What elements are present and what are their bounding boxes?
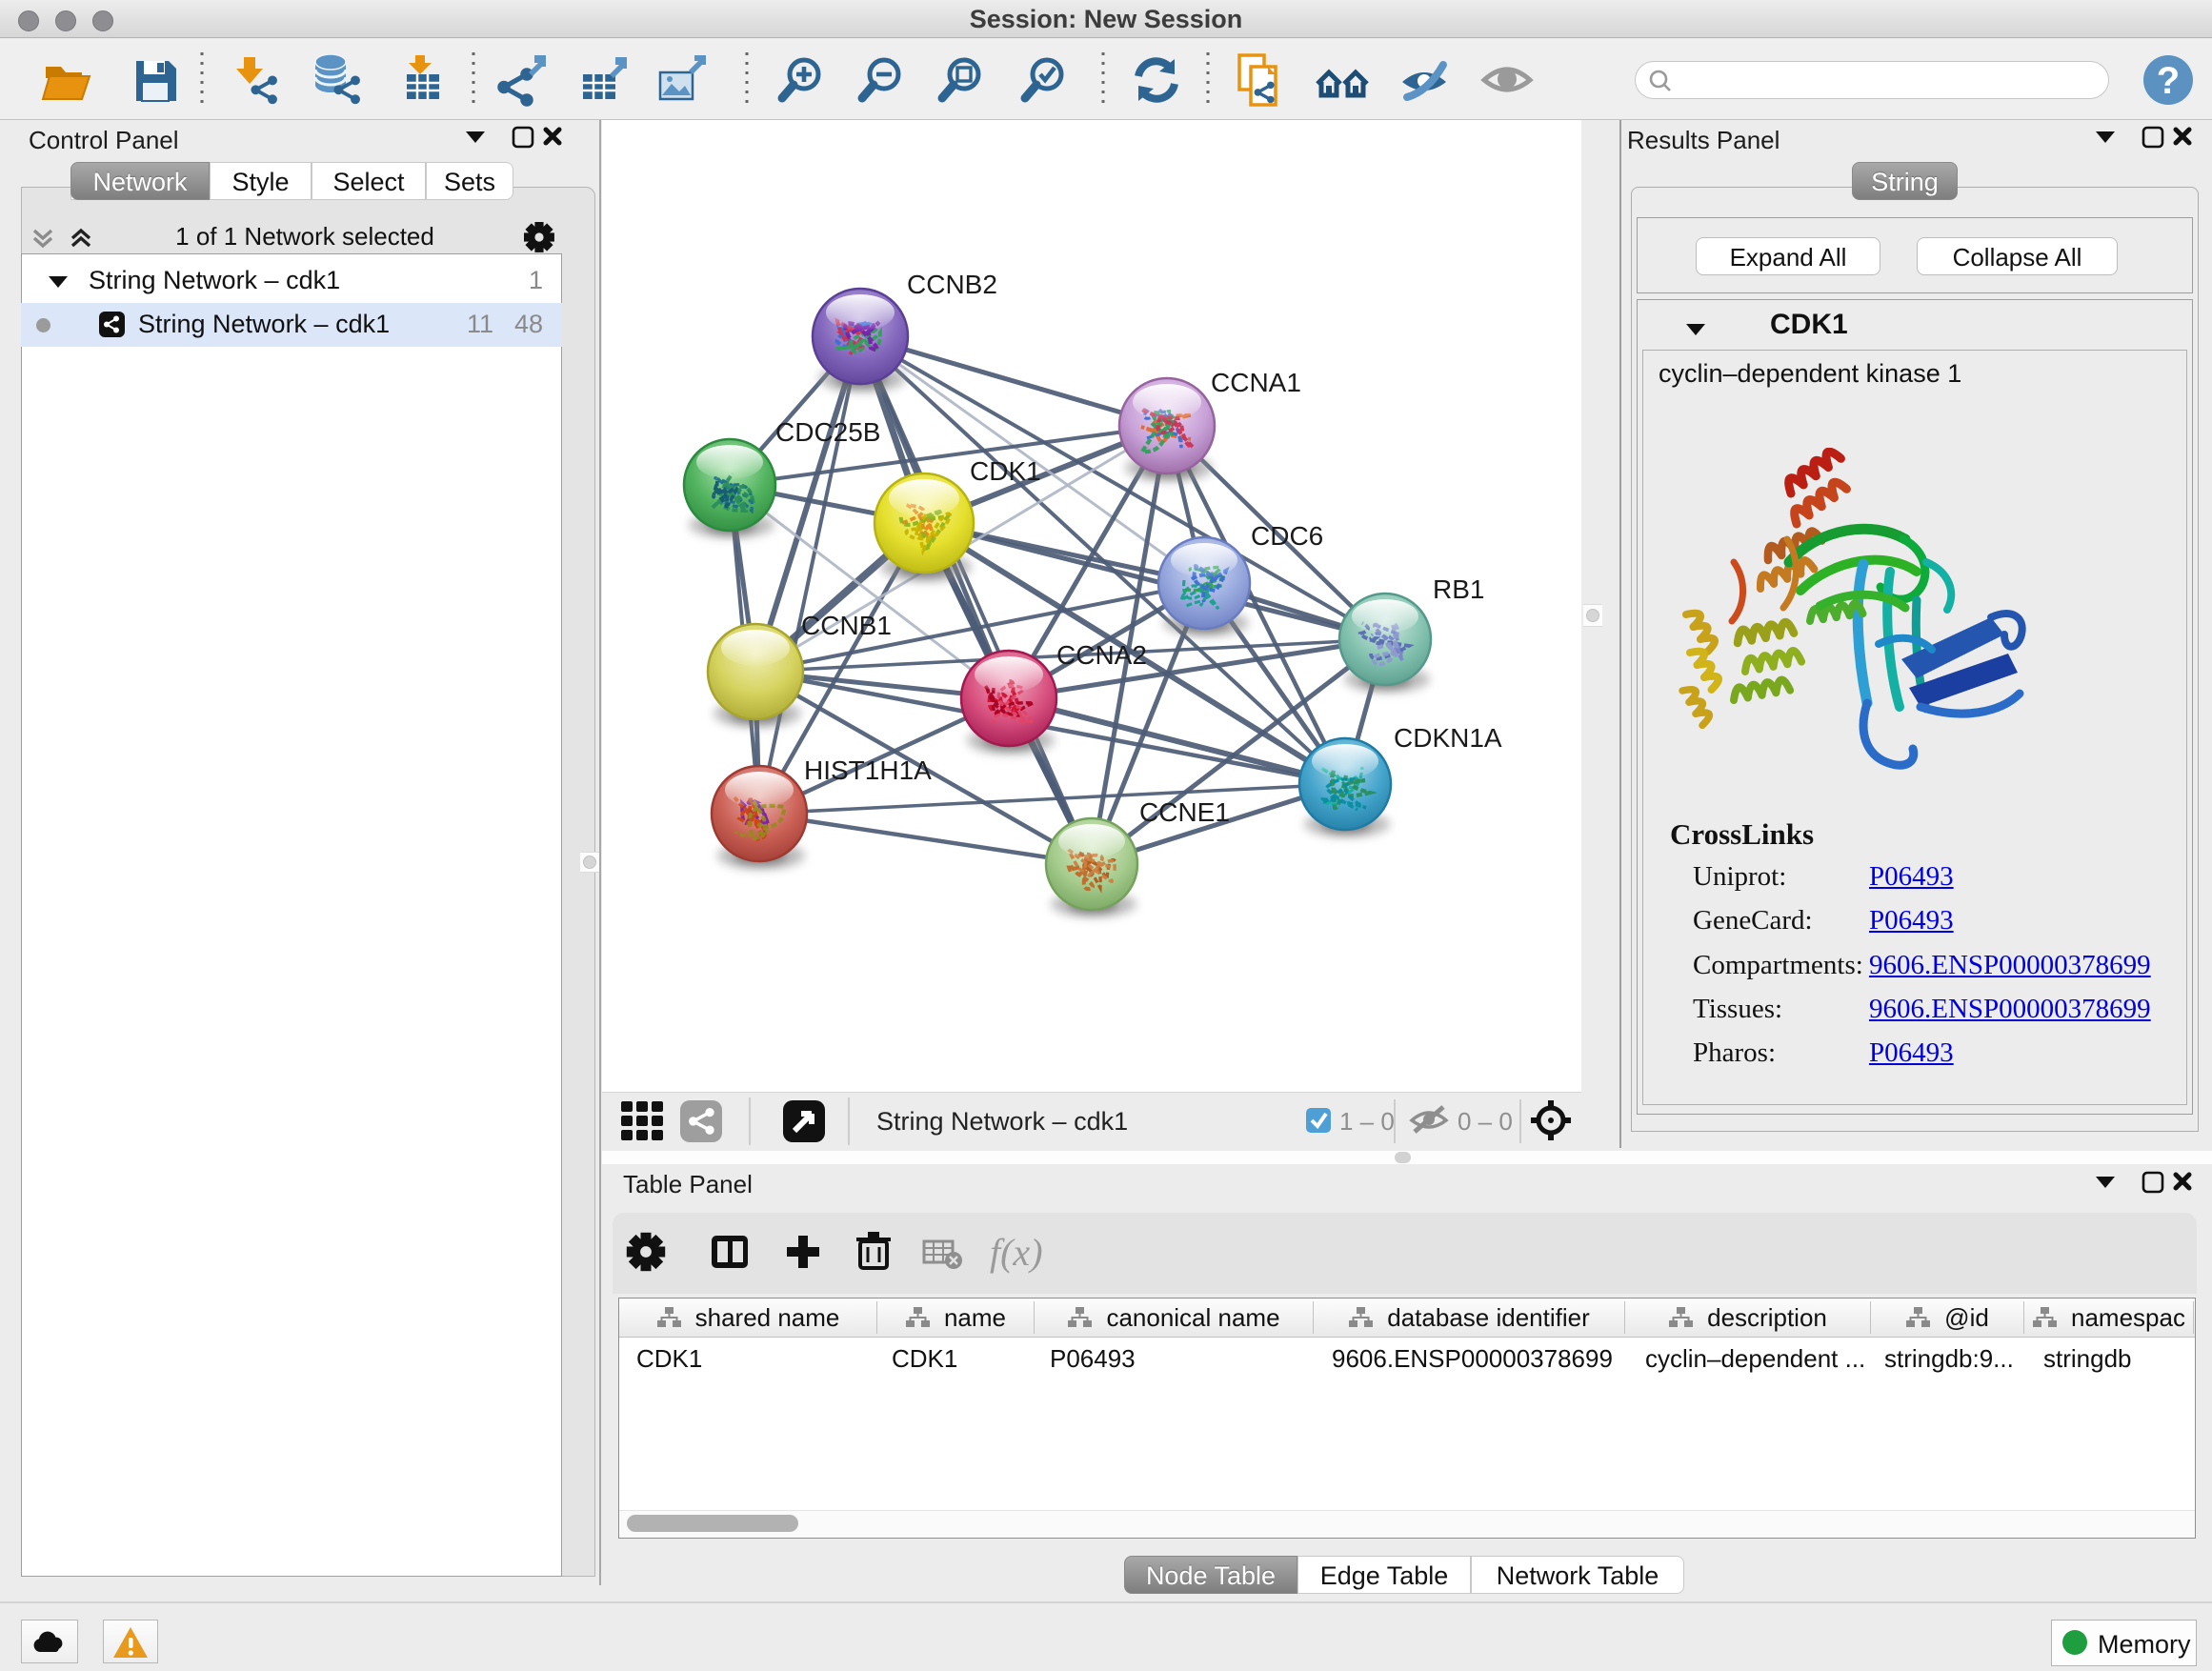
svg-text:CDK1: CDK1 bbox=[970, 456, 1041, 486]
svg-text:HIST1H1A: HIST1H1A bbox=[804, 755, 932, 785]
svg-text:CDC25B: CDC25B bbox=[775, 417, 880, 447]
svg-text:0 – 0: 0 – 0 bbox=[1458, 1107, 1513, 1136]
svg-text:CDC6: CDC6 bbox=[1251, 521, 1323, 551]
svg-text:CDKN1A: CDKN1A bbox=[1394, 723, 1502, 753]
svg-text:RB1: RB1 bbox=[1433, 574, 1484, 604]
svg-text:CCNB2: CCNB2 bbox=[907, 270, 997, 299]
svg-text:?: ? bbox=[2157, 60, 2180, 102]
svg-text:1 – 0: 1 – 0 bbox=[1339, 1107, 1395, 1136]
svg-text:CCNA1: CCNA1 bbox=[1211, 368, 1301, 397]
svg-text:f(x): f(x) bbox=[990, 1231, 1043, 1274]
svg-text:CCNB1: CCNB1 bbox=[801, 611, 892, 640]
svg-text:String Network – cdk1: String Network – cdk1 bbox=[876, 1107, 1128, 1136]
svg-text:CCNE1: CCNE1 bbox=[1139, 797, 1230, 827]
svg-text:CCNA2: CCNA2 bbox=[1056, 640, 1147, 670]
